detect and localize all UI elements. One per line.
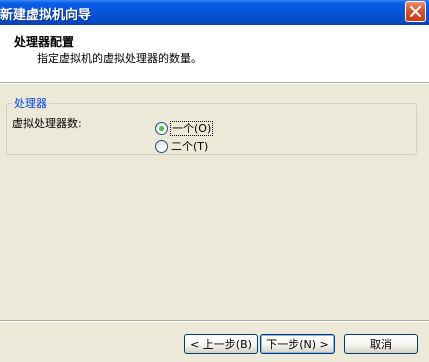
cancel-button[interactable]: 取消 (344, 334, 418, 354)
radio-one-processor[interactable] (155, 122, 168, 135)
radio-one-processor-label[interactable]: 一个(O) (170, 120, 214, 136)
back-button[interactable]: < 上一步(B) (184, 334, 258, 354)
window-title: 新建虚拟机向导 (0, 8, 92, 23)
page-subtitle: 指定虚拟机的虚拟处理器的数量。 (37, 52, 202, 65)
processor-group-legend: 处理器 (14, 97, 47, 110)
virtual-processor-count-label: 虚拟处理器数: (12, 117, 82, 130)
close-icon (410, 6, 421, 17)
radio-two-processors[interactable] (155, 140, 168, 153)
radio-selected-dot (159, 126, 164, 131)
header-divider (0, 82, 429, 84)
close-button[interactable] (405, 1, 426, 22)
footer-divider (0, 320, 429, 322)
title-bar[interactable]: 新建虚拟机向导 (0, 0, 429, 25)
wizard-header: 处理器配置 指定虚拟机的虚拟处理器的数量。 (0, 25, 429, 82)
radio-two-processors-label[interactable]: 二个(T) (171, 138, 208, 154)
page-title: 处理器配置 (14, 35, 75, 49)
next-button[interactable]: 下一步(N) > (260, 334, 335, 354)
